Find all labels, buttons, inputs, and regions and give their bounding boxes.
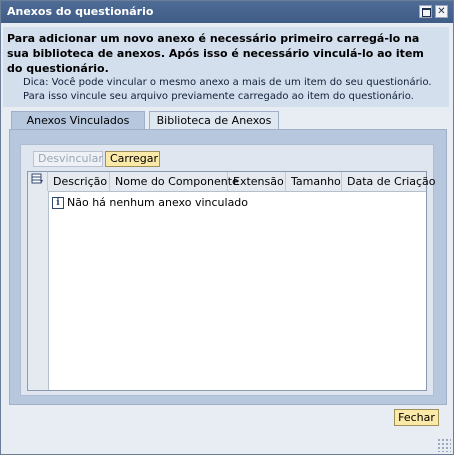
load-button[interactable]: Carregar [105,151,160,167]
close-icon[interactable]: ✕ [435,5,448,18]
tab-strip: Anexos Vinculados Biblioteca de Anexos [9,111,449,130]
column-header-creation-date[interactable]: Data de Criação [342,172,436,191]
title-bar[interactable]: Anexos do questionário ✕ [1,1,453,23]
info-icon: i [52,197,64,209]
attachments-panel: Desvincular Carregar Descrição Nome do C [20,144,436,396]
tab-attachment-library[interactable]: Biblioteca de Anexos [149,111,279,129]
table-settings-icon[interactable] [28,172,48,191]
column-header-extension[interactable]: Extensão [228,172,286,191]
table-header: Descrição Nome do Componente Extensão Ta… [28,172,436,192]
tab-linked-attachments[interactable]: Anexos Vinculados [11,111,145,129]
resize-grip-icon[interactable] [437,438,451,452]
attachments-table: Descrição Nome do Componente Extensão Ta… [27,171,436,391]
maximize-icon[interactable] [419,5,432,18]
dialog-title: Anexos do questionário [7,5,154,18]
column-header-description[interactable]: Descrição [48,172,110,191]
column-header-size[interactable]: Tamanho [286,172,342,191]
tab-panel: Desvincular Carregar Descrição Nome do C [9,129,447,405]
unlink-button[interactable]: Desvincular [33,151,103,167]
info-message: Para adicionar um novo anexo é necessári… [3,27,449,107]
close-button[interactable]: Fechar [394,409,439,426]
row-selector-column [28,191,49,390]
info-main-text: Para adicionar um novo anexo é necessári… [7,32,424,75]
column-header-component-name[interactable]: Nome do Componente [110,172,239,191]
empty-table-message: i Não há nenhum anexo vinculado [52,195,248,211]
info-tip-text: Dica: Você pode vincular o mesmo anexo a… [23,77,432,102]
attachments-dialog: Anexos do questionário ✕ Para adicionar … [0,0,454,455]
empty-message-text: Não há nenhum anexo vinculado [67,196,249,209]
